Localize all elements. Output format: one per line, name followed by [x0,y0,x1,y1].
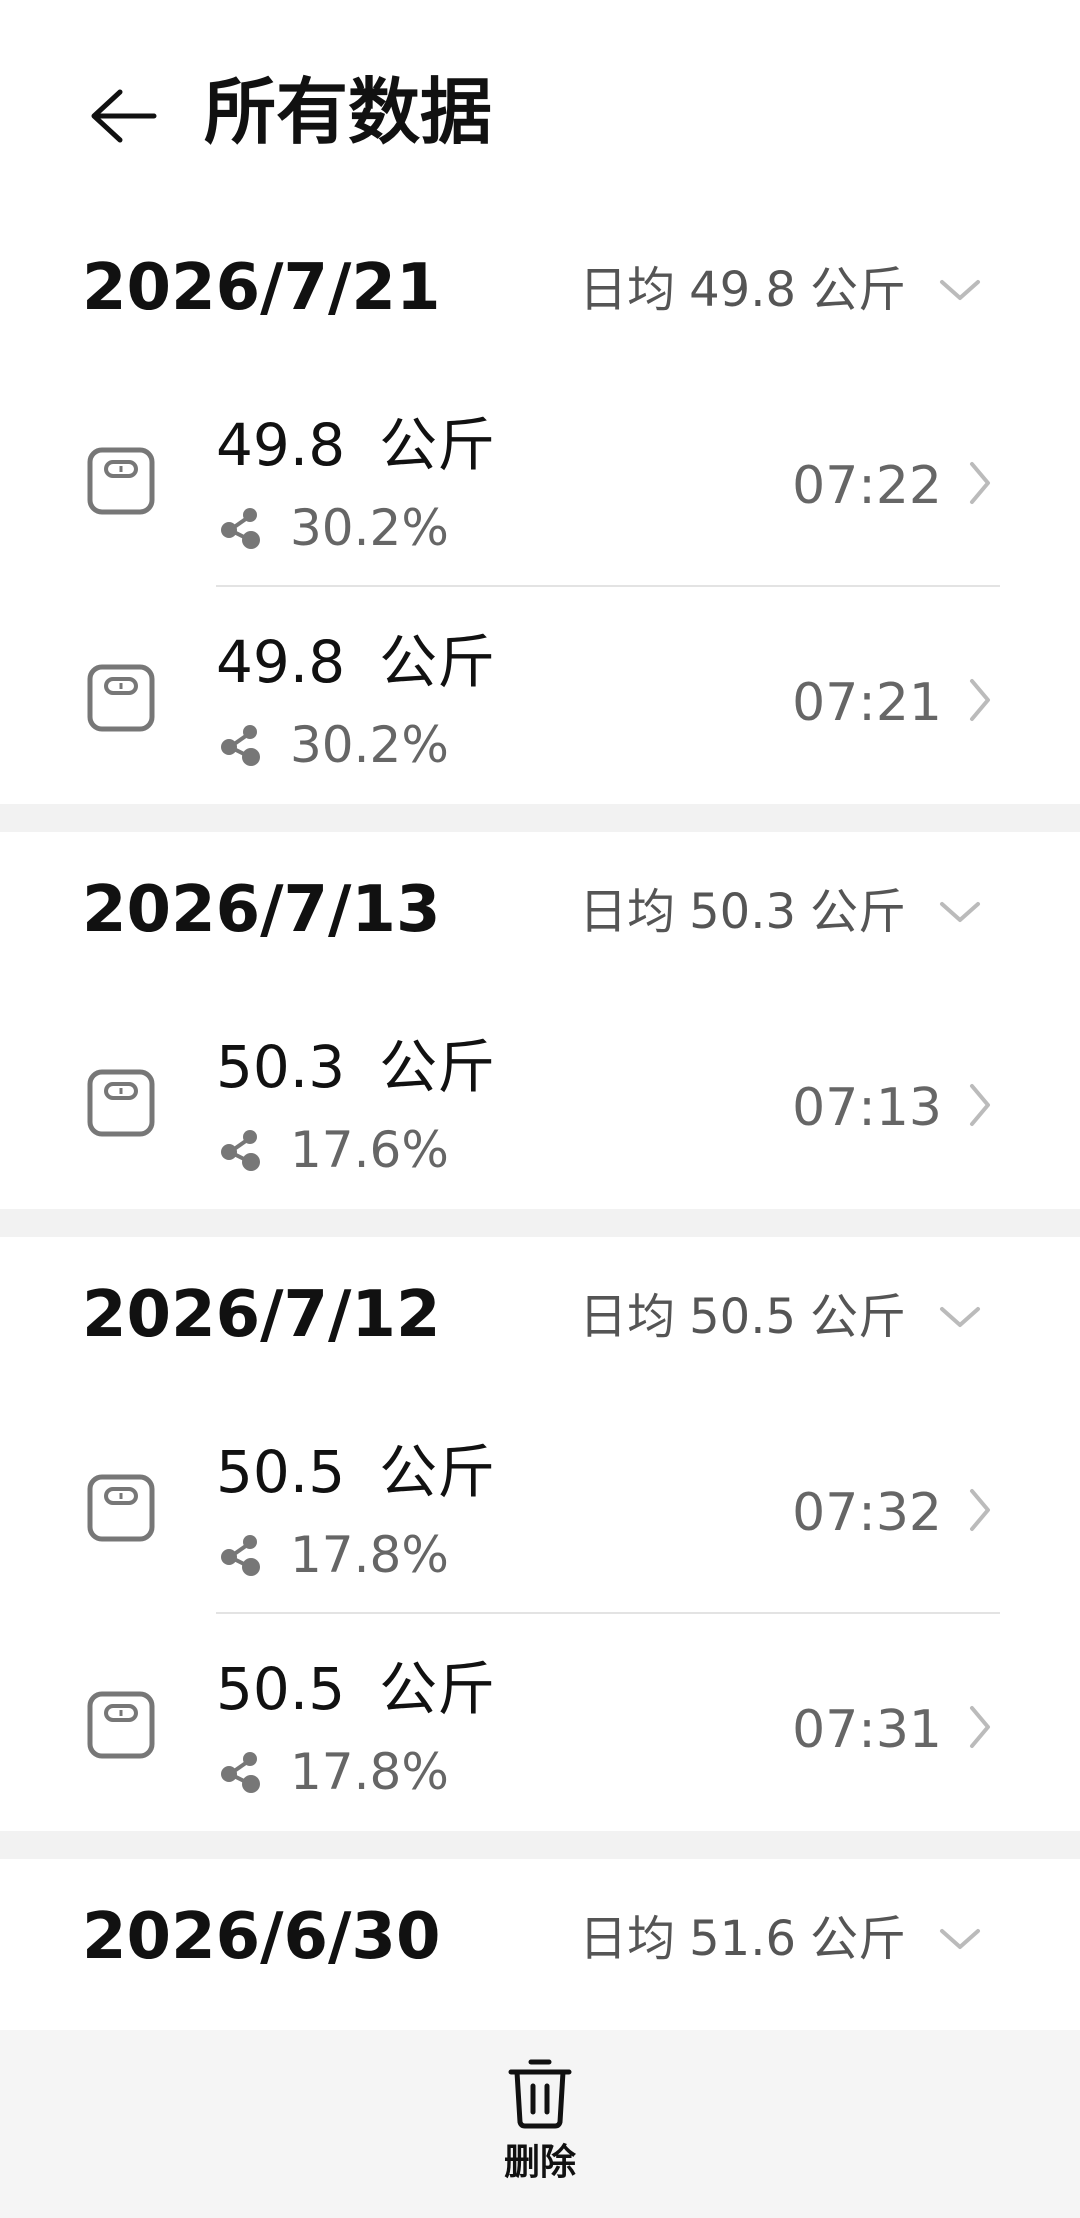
daily-average-unit: 公斤 [809,884,906,940]
daily-average-label: 日均 [579,884,676,940]
record-time: 07:31 [792,1700,942,1760]
weight-unit: 公斤 [379,628,496,696]
scale-icon [87,447,155,515]
bottom-action-bar: 删除 [0,2030,1080,2218]
daily-average: 日均 49.8 公斤 [579,258,906,322]
group-separator [0,1831,1080,1859]
body-fat-value: 30.2% [290,499,449,557]
record-time: 07:21 [792,673,942,733]
daily-average: 日均 50.5 公斤 [579,1285,906,1349]
weight-unit: 公斤 [379,1438,496,1506]
date-group-header[interactable]: 2026/7/12 日均 50.5 公斤 [0,1237,1080,1397]
daily-average-unit: 公斤 [809,262,906,318]
daily-average-label: 日均 [579,1289,676,1345]
record-body-fat: 30.2% [218,715,449,775]
chevron-right-icon [970,1706,990,1748]
chevron-right-icon [970,1489,990,1531]
delete-label: 删除 [503,2142,576,2183]
group-date: 2026/6/30 [82,1900,441,1974]
record-time: 07:13 [792,1078,942,1138]
group-separator [0,1209,1080,1237]
daily-average-label: 日均 [579,1911,676,1967]
weight-unit: 公斤 [379,1033,496,1101]
group-date: 2026/7/21 [82,251,441,325]
date-group-header[interactable]: 2026/6/30 日均 51.6 公斤 [0,1859,1080,2019]
scale-icon [87,1691,155,1759]
scale-icon [87,1474,155,1542]
weight-value: 50.5 [216,1655,346,1723]
share-nodes-icon [221,1130,260,1171]
body-fat-value: 17.6% [290,1121,449,1179]
share-nodes-icon [221,725,260,766]
chevron-right-icon [970,679,990,721]
record-weight: 49.8 公斤 [216,625,495,699]
date-group: 2026/7/13 日均 50.3 公斤 50.3 公斤 17.6% 07:13 [0,832,1080,1209]
daily-average-value: 50.5 [689,1289,796,1345]
record-body-fat: 17.6% [218,1120,449,1180]
share-nodes-icon [221,1752,260,1793]
weight-value: 49.8 [216,628,346,696]
page-title: 所有数据 [204,70,493,154]
record-row[interactable]: 49.8 公斤 30.2% 07:22 [0,370,1080,587]
weight-unit: 公斤 [379,411,496,479]
group-separator [0,804,1080,832]
group-date: 2026/7/13 [82,873,441,947]
daily-average-unit: 公斤 [809,1911,906,1967]
chevron-down-icon[interactable] [936,1921,984,1957]
body-fat-value: 30.2% [290,716,449,774]
body-fat-value: 17.8% [290,1526,449,1584]
date-group: 2026/6/30 日均 51.6 公斤 [0,1859,1080,2019]
record-body-fat: 17.8% [218,1525,449,1585]
daily-average-value: 51.6 [689,1911,796,1967]
app-header: 所有数据 [0,0,1080,210]
weight-value: 50.5 [216,1438,346,1506]
record-weight: 50.5 公斤 [216,1652,495,1726]
record-weight: 49.8 公斤 [216,408,495,482]
daily-average: 日均 51.6 公斤 [579,1907,906,1971]
daily-average-value: 49.8 [689,262,796,318]
record-time: 07:22 [792,456,942,516]
share-nodes-icon [221,1535,260,1576]
record-body-fat: 17.8% [218,1742,449,1802]
arrow-left-icon [91,89,157,143]
chevron-down-icon[interactable] [936,272,984,308]
weight-value: 50.3 [216,1033,346,1101]
daily-average-label: 日均 [579,262,676,318]
records-list: 2026/7/21 日均 49.8 公斤 49.8 公斤 30.2% 07:22… [0,210,1080,2019]
chevron-right-icon [970,462,990,504]
trash-icon [508,2059,572,2129]
back-button[interactable] [72,66,172,166]
record-row[interactable]: 50.3 公斤 17.6% 07:13 [0,992,1080,1209]
daily-average: 日均 50.3 公斤 [579,880,906,944]
scale-icon [87,1069,155,1137]
daily-average-value: 50.3 [689,884,796,940]
share-nodes-icon [221,508,260,549]
chevron-down-icon[interactable] [936,1299,984,1335]
record-row[interactable]: 50.5 公斤 17.8% 07:32 [0,1397,1080,1614]
chevron-right-icon [970,1084,990,1126]
weight-value: 49.8 [216,411,346,479]
group-date: 2026/7/12 [82,1278,441,1352]
record-body-fat: 30.2% [218,498,449,558]
delete-button[interactable]: 删除 [490,2054,590,2204]
date-group-header[interactable]: 2026/7/21 日均 49.8 公斤 [0,210,1080,370]
weight-unit: 公斤 [379,1655,496,1723]
record-weight: 50.5 公斤 [216,1435,495,1509]
record-weight: 50.3 公斤 [216,1030,495,1104]
body-fat-value: 17.8% [290,1743,449,1801]
date-group: 2026/7/21 日均 49.8 公斤 49.8 公斤 30.2% 07:22… [0,210,1080,804]
scale-icon [87,664,155,732]
record-row[interactable]: 50.5 公斤 17.8% 07:31 [0,1614,1080,1831]
daily-average-unit: 公斤 [809,1289,906,1345]
date-group-header[interactable]: 2026/7/13 日均 50.3 公斤 [0,832,1080,992]
record-row[interactable]: 49.8 公斤 30.2% 07:21 [0,587,1080,804]
chevron-down-icon[interactable] [936,894,984,930]
date-group: 2026/7/12 日均 50.5 公斤 50.5 公斤 17.8% 07:32… [0,1237,1080,1831]
record-time: 07:32 [792,1483,942,1543]
